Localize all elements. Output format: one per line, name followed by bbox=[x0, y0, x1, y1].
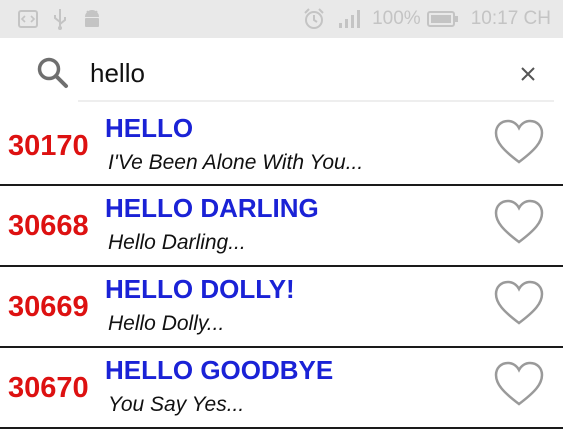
search-underline bbox=[78, 100, 554, 102]
song-title: HELLO GOODBYE bbox=[105, 355, 334, 385]
list-item[interactable]: 30670 HELLO GOODBYE You Say Yes... bbox=[0, 348, 563, 429]
battery-percent: 100% bbox=[372, 8, 421, 29]
song-subtitle: I'Ve Been Alone With You... bbox=[108, 151, 364, 174]
search-bar bbox=[0, 38, 563, 106]
android-icon bbox=[85, 10, 99, 27]
song-subtitle: You Say Yes... bbox=[108, 393, 245, 416]
usb-icon bbox=[54, 9, 66, 30]
list-item[interactable]: 30668 HELLO DARLING Hello Darling... bbox=[0, 186, 563, 267]
song-number: 30668 bbox=[8, 210, 89, 242]
close-icon[interactable] bbox=[514, 60, 542, 88]
song-title: HELLO bbox=[105, 113, 194, 143]
code-icon bbox=[18, 10, 38, 28]
song-number: 30170 bbox=[8, 130, 89, 162]
results-list: 30170 HELLO I'Ve Been Alone With You... … bbox=[0, 106, 563, 429]
heart-icon[interactable] bbox=[493, 118, 545, 166]
heart-icon[interactable] bbox=[493, 279, 545, 327]
signal-icon bbox=[339, 10, 361, 28]
heart-icon[interactable] bbox=[493, 360, 545, 408]
search-icon[interactable] bbox=[36, 56, 70, 90]
battery-icon bbox=[426, 11, 458, 27]
song-subtitle: Hello Darling... bbox=[108, 231, 246, 254]
song-number: 30670 bbox=[8, 372, 89, 404]
list-item[interactable]: 30170 HELLO I'Ve Been Alone With You... bbox=[0, 106, 563, 186]
list-item[interactable]: 30669 HELLO DOLLY! Hello Dolly... bbox=[0, 267, 563, 348]
status-bar-right: 100% 10:17 CH bbox=[302, 6, 551, 32]
search-input[interactable] bbox=[90, 56, 490, 90]
song-title: HELLO DARLING bbox=[105, 193, 319, 223]
heart-icon[interactable] bbox=[493, 198, 545, 246]
song-title: HELLO DOLLY! bbox=[105, 274, 295, 304]
alarm-icon bbox=[304, 8, 324, 29]
clock: 10:17 CH bbox=[470, 8, 551, 29]
song-subtitle: Hello Dolly... bbox=[108, 312, 225, 335]
status-bar: 100% 10:17 CH bbox=[0, 0, 563, 38]
status-bar-left bbox=[18, 6, 102, 32]
song-number: 30669 bbox=[8, 291, 89, 323]
